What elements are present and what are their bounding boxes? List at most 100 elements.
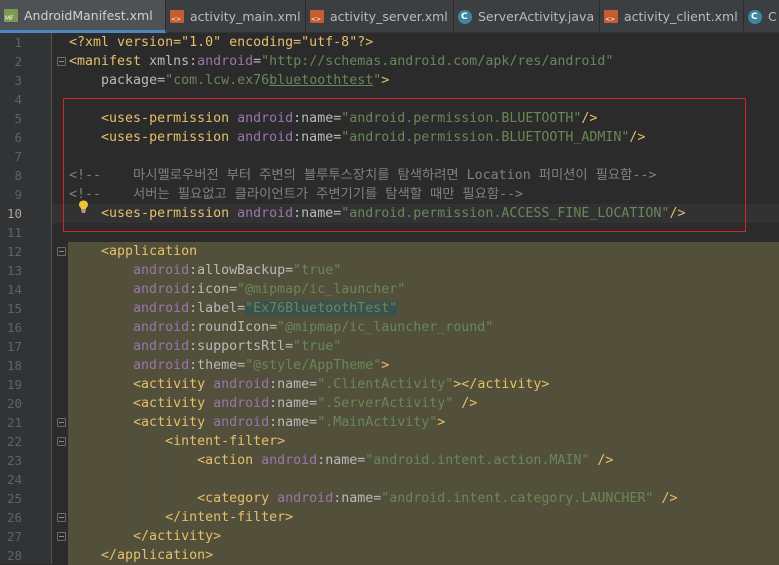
- code-line[interactable]: 22 <intent-filter>: [0, 432, 779, 451]
- code-token: </intent-filter>: [165, 510, 294, 525]
- code-line[interactable]: 26 </intent-filter>: [0, 508, 779, 527]
- code-line[interactable]: 24: [0, 470, 779, 489]
- code-token: />: [589, 453, 614, 468]
- code-text: android:supportsRtl="true": [69, 337, 341, 356]
- editor-tab-bar: MFAndroidManifest.xml×<>activity_main.xm…: [0, 0, 779, 33]
- fold-marker-icon[interactable]: [57, 418, 66, 427]
- line-number: 17: [6, 339, 22, 354]
- tab-activity-server-xml[interactable]: <>activity_server.xml×: [306, 0, 454, 33]
- line-number: 18: [6, 358, 22, 373]
- code-text: <?xml version="1.0" encoding="utf-8"?>: [69, 33, 373, 52]
- annotation-highlight-box: [63, 98, 746, 232]
- code-line[interactable]: 1 <?xml version="1.0" encoding="utf-8"?>: [0, 33, 779, 52]
- code-token: android: [133, 358, 190, 373]
- code-text: </application>: [69, 546, 213, 565]
- code-line[interactable]: 12 <application: [0, 242, 779, 261]
- tab-androidmanifest-xml[interactable]: MFAndroidManifest.xml×: [0, 0, 166, 33]
- code-token: >: [381, 358, 390, 373]
- code-line[interactable]: 27 </activity>: [0, 527, 779, 546]
- line-number: 10: [6, 206, 22, 221]
- tab-label: activity_main.xml: [190, 9, 301, 24]
- code-token: <manifest: [69, 54, 150, 69]
- indent-guide: [133, 413, 134, 527]
- code-line[interactable]: 23 <action android:name="android.intent.…: [0, 451, 779, 470]
- code-token: "Ex76BluetoothTest": [245, 301, 398, 316]
- code-line[interactable]: 14 android:icon="@mipmap/ic_launcher": [0, 280, 779, 299]
- code-token: <activity: [133, 396, 214, 411]
- code-token: ".ClientActivity": [317, 377, 454, 392]
- fold-marker-icon[interactable]: [57, 532, 66, 541]
- code-line[interactable]: 2 <manifest xmlns:android="http://schemas…: [0, 52, 779, 71]
- code-token: xmlns:: [149, 54, 198, 69]
- code-token: <category: [197, 491, 278, 506]
- line-number: 11: [6, 225, 22, 240]
- tab-activity-client-xml[interactable]: <>activity_client.xml×: [600, 0, 744, 33]
- code-line[interactable]: 17 android:supportsRtl="true": [0, 337, 779, 356]
- tab-label: activity_server.xml: [330, 9, 448, 24]
- line-number: 21: [6, 415, 22, 430]
- code-line[interactable]: 19 <activity android:name=".ClientActivi…: [0, 375, 779, 394]
- line-number: 16: [6, 320, 22, 335]
- code-token: :roundIcon=: [189, 320, 278, 335]
- code-token: </application>: [101, 548, 214, 563]
- code-token: android: [213, 415, 270, 430]
- code-token: android: [133, 282, 190, 297]
- line-number: 4: [14, 92, 22, 107]
- code-line[interactable]: 13 android:allowBackup="true": [0, 261, 779, 280]
- code-token: :name=: [333, 491, 382, 506]
- code-token: <action: [197, 453, 262, 468]
- code-line[interactable]: 25 <category android:name="android.inten…: [0, 489, 779, 508]
- code-line[interactable]: 16 android:roundIcon="@mipmap/ic_launche…: [0, 318, 779, 337]
- code-text: <application: [69, 242, 197, 261]
- line-number: 6: [14, 130, 22, 145]
- code-token: "android.intent.category.LAUNCHER": [381, 491, 654, 506]
- tab-activity-main-xml[interactable]: <>activity_main.xml×: [166, 0, 306, 33]
- code-line[interactable]: 15 android:label="Ex76BluetoothTest": [0, 299, 779, 318]
- code-line[interactable]: 20 <activity android:name=".ServerActivi…: [0, 394, 779, 413]
- fold-marker-icon[interactable]: [57, 437, 66, 446]
- code-token: :label=: [189, 301, 246, 316]
- code-line[interactable]: 18 android:theme="@style/AppTheme">: [0, 356, 779, 375]
- line-number: 22: [6, 434, 22, 449]
- code-text: <manifest xmlns:android="http://schemas.…: [69, 52, 613, 71]
- code-token: "true": [293, 339, 342, 354]
- line-number: 3: [14, 73, 22, 88]
- line-number: 23: [6, 453, 22, 468]
- code-line[interactable]: 21 <activity android:name=".MainActivity…: [0, 413, 779, 432]
- code-text: <activity android:name=".MainActivity">: [69, 413, 445, 432]
- line-number: 1: [14, 35, 22, 50]
- code-text: package="com.lcw.ex76bluetoothtest">: [69, 71, 389, 90]
- code-token: android: [277, 491, 334, 506]
- code-text: android:label="Ex76BluetoothTest": [69, 299, 398, 318]
- code-token: <activity: [133, 415, 214, 430]
- fold-marker-icon[interactable]: [57, 247, 66, 256]
- code-line[interactable]: 28 </application>: [0, 546, 779, 565]
- code-token: android: [133, 301, 190, 316]
- xml-file-icon: <>: [604, 10, 618, 23]
- line-number: 12: [6, 244, 22, 259]
- code-token: android: [213, 396, 270, 411]
- line-number: 8: [14, 168, 22, 183]
- tab-serveractivity-java[interactable]: CServerActivity.java×: [454, 0, 600, 33]
- code-token: :allowBackup=: [189, 263, 294, 278]
- code-token: bluetoothtest: [269, 73, 374, 88]
- xml-file-icon: <>: [310, 10, 324, 23]
- fold-marker-icon[interactable]: [57, 57, 66, 66]
- code-line[interactable]: 3 package="com.lcw.ex76bluetoothtest">: [0, 71, 779, 90]
- code-token: </activity>: [133, 529, 222, 544]
- code-token: ".ServerActivity": [317, 396, 454, 411]
- line-number: 25: [6, 491, 22, 506]
- manifest-file-icon: MF: [4, 8, 18, 22]
- fold-marker-icon[interactable]: [57, 513, 66, 522]
- tab-c[interactable]: CC: [744, 0, 779, 33]
- line-number: 27: [6, 529, 22, 544]
- code-token: android: [261, 453, 318, 468]
- code-token: "http://schemas.android.com/apk/res/andr…: [261, 54, 614, 69]
- code-token: package: [101, 73, 158, 88]
- tab-label: AndroidManifest.xml: [24, 7, 153, 23]
- lightbulb-icon[interactable]: [78, 200, 89, 213]
